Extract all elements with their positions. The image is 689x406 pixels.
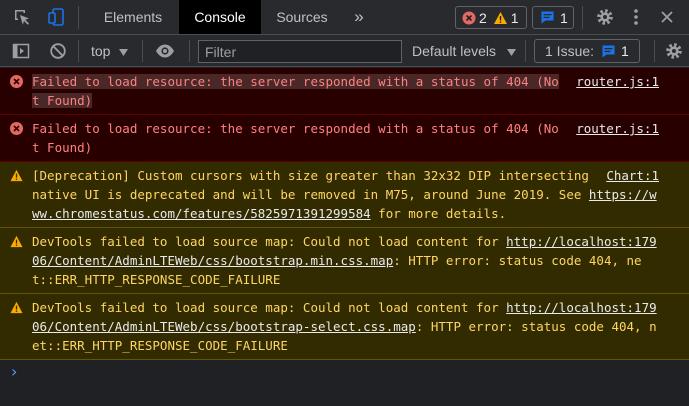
issues-label: 1 Issue: — [545, 43, 595, 59]
error-count: 2 — [479, 9, 487, 26]
log-levels-dropdown[interactable]: Default levels — [412, 35, 516, 67]
context-selector[interactable]: top — [91, 35, 129, 67]
chevron-down-icon — [119, 49, 129, 56]
toolbar-divider — [142, 40, 143, 62]
messages-counter[interactable]: 1 — [532, 6, 574, 29]
more-options-icon[interactable] — [624, 6, 648, 28]
clear-console-icon[interactable] — [48, 41, 68, 61]
tab-console[interactable]: Console — [179, 0, 261, 34]
devtools-tab-bar: Elements Console Sources » 2 1 1 — [0, 0, 689, 35]
tab-bar-divider — [582, 6, 583, 29]
message-text: DevTools failed to load source map: Coul… — [32, 300, 507, 315]
console-message-warning[interactable]: Chart:1 [Deprecation] Custom cursors with… — [0, 162, 689, 228]
message-icon — [541, 11, 554, 24]
console-message-warning[interactable]: DevTools failed to load source map: Coul… — [0, 294, 689, 360]
settings-gear-icon[interactable] — [593, 6, 617, 28]
error-icon — [462, 11, 476, 24]
source-link[interactable]: Chart:1 — [606, 166, 659, 185]
warning-icon — [493, 11, 507, 24]
message-icon — [602, 45, 615, 57]
device-toolbar-icon[interactable] — [45, 6, 69, 28]
log-levels-label: Default levels — [412, 43, 497, 59]
message-text: Failed to load resource: the server resp… — [32, 121, 559, 155]
tab-elements[interactable]: Elements — [89, 0, 177, 34]
more-tabs-button[interactable]: » — [344, 0, 374, 34]
issues-button[interactable]: 1 Issue: 1 — [534, 39, 640, 63]
message-text: for more details. — [370, 206, 507, 221]
warning-count: 1 — [510, 9, 519, 26]
console-prompt-chevron: › — [11, 362, 18, 381]
warning-icon — [10, 235, 23, 248]
close-icon[interactable] — [655, 6, 679, 28]
console-message-warning[interactable]: DevTools failed to load source map: Coul… — [0, 228, 689, 294]
toggle-sidebar-icon[interactable] — [11, 41, 31, 61]
console-message-error[interactable]: router.js:1 Failed to load resource: the … — [0, 115, 689, 162]
error-icon — [10, 75, 23, 88]
tab-sources[interactable]: Sources — [263, 0, 341, 34]
message-text: Failed to load resource: the server resp… — [32, 74, 559, 108]
toolbar-divider — [189, 40, 190, 62]
filter-input[interactable] — [198, 40, 402, 63]
chevron-down-icon — [506, 49, 516, 56]
tab-bar-divider — [78, 6, 79, 29]
live-expression-eye-icon[interactable] — [155, 41, 175, 61]
console-toolbar: top Default levels 1 Issue: 1 — [0, 35, 689, 67]
inspect-element-icon[interactable] — [10, 6, 34, 28]
warning-icon — [10, 301, 23, 314]
message-text: [Deprecation] Custom cursors with size g… — [32, 168, 597, 202]
toolbar-divider — [654, 40, 655, 62]
console-prompt-line[interactable]: › — [0, 360, 689, 386]
warning-icon — [10, 169, 23, 182]
source-link[interactable]: router.js:1 — [576, 72, 659, 91]
console-settings-gear-icon[interactable] — [664, 41, 684, 61]
toolbar-divider — [78, 40, 79, 62]
context-selector-label: top — [91, 43, 111, 59]
console-message-error[interactable]: router.js:1 Failed to load resource: the … — [0, 68, 689, 115]
error-icon — [10, 122, 23, 135]
toolbar-divider — [525, 40, 526, 62]
console-output[interactable]: router.js:1 Failed to load resource: the … — [0, 68, 689, 406]
error-warning-counter[interactable]: 2 1 — [455, 6, 527, 29]
message-text: DevTools failed to load source map: Coul… — [32, 234, 507, 249]
message-count: 1 — [560, 9, 568, 26]
issues-count: 1 — [621, 43, 629, 59]
source-link[interactable]: router.js:1 — [576, 119, 659, 138]
